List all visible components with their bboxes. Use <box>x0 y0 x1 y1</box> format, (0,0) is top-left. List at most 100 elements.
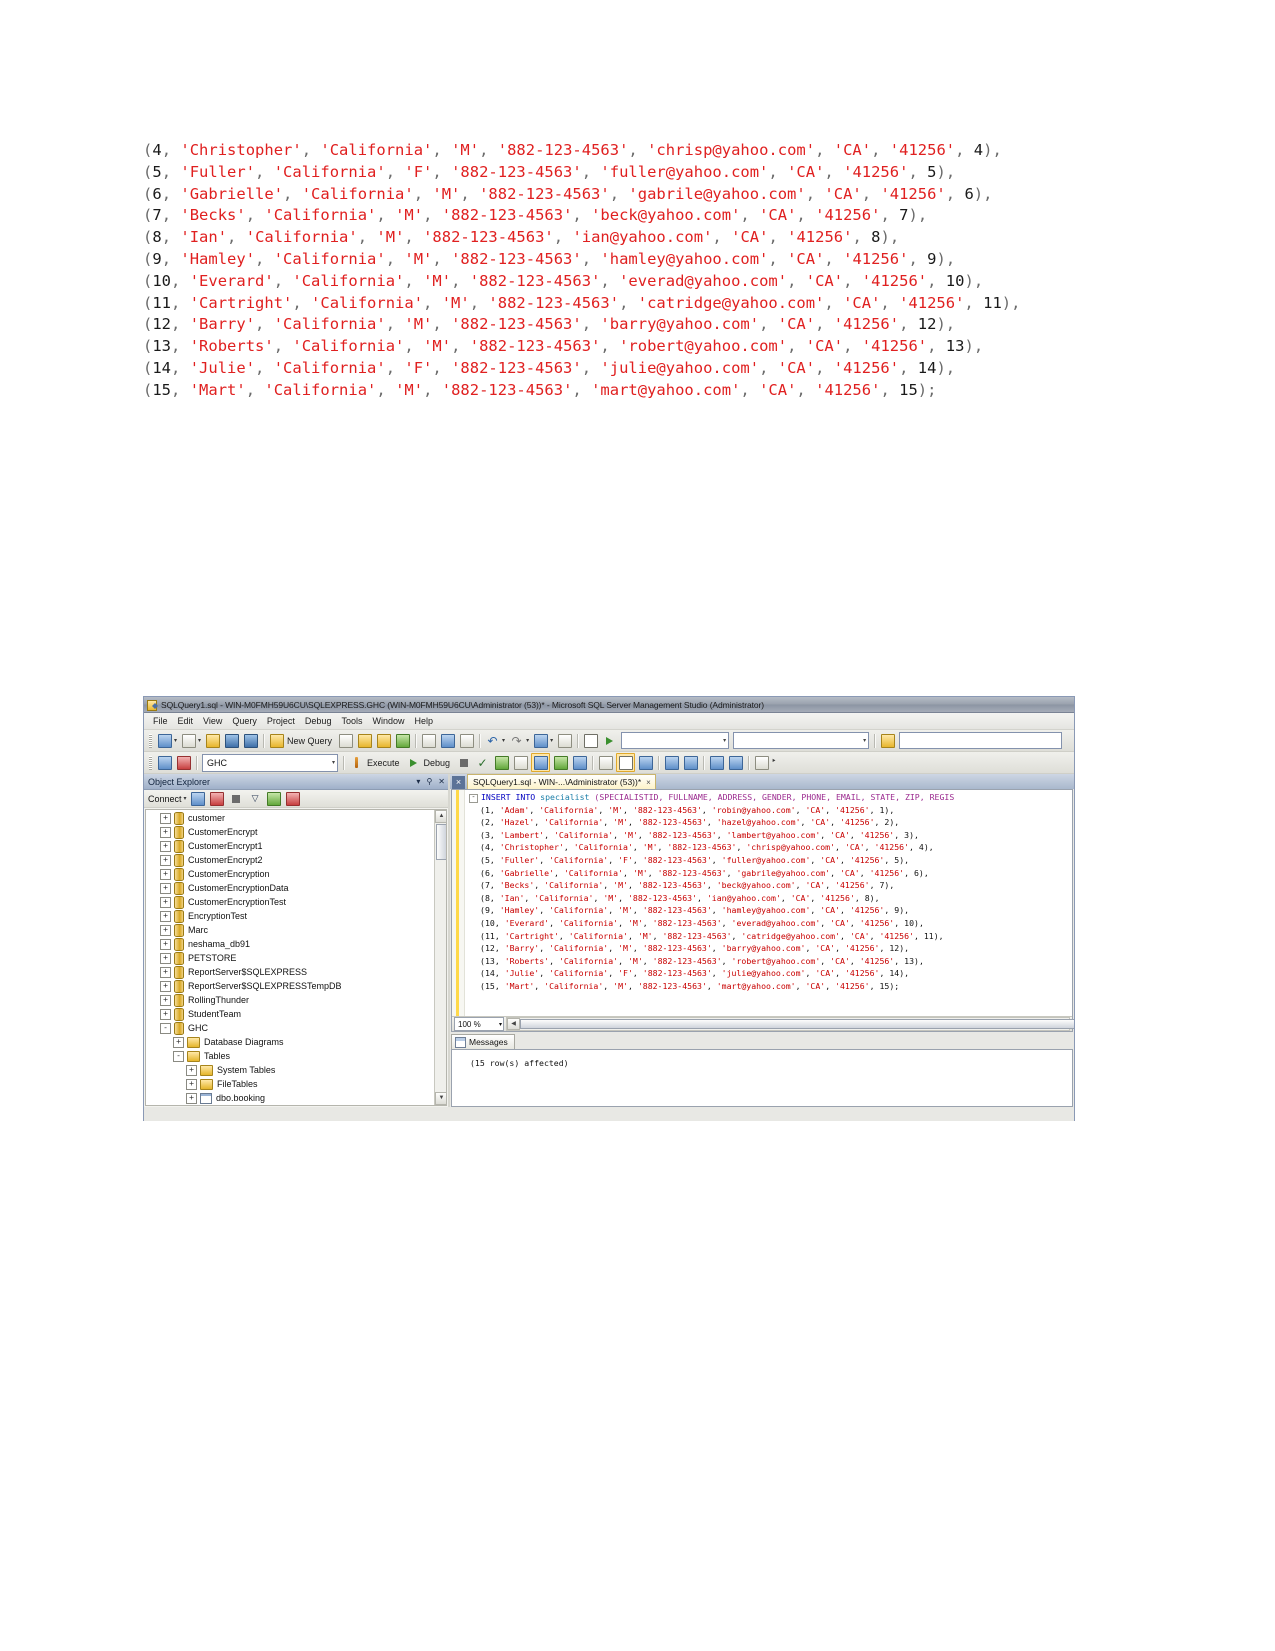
new-analysis-services-dmx-query-icon[interactable] <box>375 732 392 749</box>
tree-node[interactable]: + PETSTORE <box>146 951 446 965</box>
menu-debug[interactable]: Debug <box>300 715 337 727</box>
scrollbar-thumb[interactable] <box>436 824 446 860</box>
toolbar-overflow-icon[interactable]: ⯈ <box>771 759 776 766</box>
tree-node[interactable]: + CustomerEncryptionTest <box>146 895 446 909</box>
expander-icon[interactable]: + <box>160 938 171 950</box>
cut-icon[interactable] <box>420 732 437 749</box>
tabstrip-close-icon[interactable]: × <box>452 776 465 789</box>
configuration-combo[interactable]: ▾ <box>621 732 730 749</box>
disconnect-object-explorer-icon[interactable] <box>209 790 226 807</box>
results-to-text-icon[interactable] <box>531 753 551 772</box>
expander-icon[interactable]: + <box>160 910 171 922</box>
menu-query[interactable]: Query <box>227 715 262 727</box>
tree-node[interactable]: + StudentTeam <box>146 1007 446 1021</box>
menu-project[interactable]: Project <box>262 715 300 727</box>
available-databases-combo[interactable]: GHC ▾ <box>202 753 338 772</box>
scroll-up-arrow[interactable]: ▲ <box>435 810 446 823</box>
connect-button[interactable]: Connect <box>148 794 182 804</box>
open-file-icon[interactable] <box>204 732 221 749</box>
debug-icon[interactable] <box>405 754 422 771</box>
filter-icon[interactable]: ▽ <box>247 790 264 807</box>
chevron-down-icon[interactable]: ▾ <box>526 737 529 744</box>
new-query-icon[interactable] <box>268 732 285 749</box>
tab-messages[interactable]: Messages <box>451 1034 515 1049</box>
object-explorer-scrollbar[interactable]: ▲ ▼ <box>434 810 446 1105</box>
tree-node[interactable]: + ReportServer$SQLEXPRESSTempDB <box>146 979 446 993</box>
tree-node[interactable]: + Database Diagrams <box>146 1035 446 1049</box>
platform-combo[interactable]: ▾ <box>733 732 870 749</box>
refresh-icon[interactable] <box>266 790 283 807</box>
expander-icon[interactable]: + <box>186 1078 197 1090</box>
save-icon[interactable] <box>223 732 240 749</box>
menu-edit[interactable]: Edit <box>173 715 199 727</box>
parse-icon[interactable]: ✓ <box>474 754 491 771</box>
chevron-down-icon[interactable]: ▾ <box>198 737 201 744</box>
tree-node[interactable]: + Marc <box>146 923 446 937</box>
find-icon[interactable] <box>879 732 896 749</box>
menu-help[interactable]: Help <box>409 715 438 727</box>
close-icon[interactable]: × <box>646 778 651 787</box>
expander-icon[interactable]: + <box>160 868 171 880</box>
disconnect-icon[interactable] <box>175 754 192 771</box>
editor-horizontal-scrollbar[interactable]: ◀ <box>506 1017 1074 1031</box>
close-icon[interactable]: ✕ <box>435 777 448 786</box>
tree-node[interactable]: - Tables <box>146 1049 446 1063</box>
editor-code[interactable]: - INSERT INTO specialist (SPECIALISTID, F… <box>465 790 1072 1016</box>
expander-icon[interactable]: - <box>160 1022 171 1034</box>
zoom-level-combo[interactable]: 100 % ▾ <box>454 1017 504 1031</box>
solution-explorer-icon[interactable] <box>582 732 599 749</box>
tree-node[interactable]: + neshama_db91 <box>146 937 446 951</box>
sql-editor[interactable]: - INSERT INTO specialist (SPECIALISTID, F… <box>451 789 1074 1032</box>
increase-indent-icon[interactable] <box>727 754 744 771</box>
tree-node[interactable]: - GHC <box>146 1021 446 1035</box>
menu-file[interactable]: File <box>148 715 173 727</box>
remove-icon[interactable] <box>285 790 302 807</box>
uncomment-icon[interactable] <box>682 754 699 771</box>
include-actual-execution-plan-icon[interactable] <box>597 754 614 771</box>
tree-node[interactable]: + System Tables <box>146 1063 446 1077</box>
decrease-indent-icon[interactable] <box>708 754 725 771</box>
scrollbar-thumb[interactable] <box>520 1019 1074 1029</box>
new-sql-server-compact-query-icon[interactable] <box>394 732 411 749</box>
connect-icon[interactable] <box>156 754 173 771</box>
results-to-file-icon[interactable] <box>571 754 588 771</box>
scroll-left-arrow[interactable]: ◀ <box>507 1018 520 1030</box>
expander-icon[interactable]: + <box>160 1008 171 1020</box>
comment-icon[interactable] <box>663 754 680 771</box>
expander-icon[interactable]: + <box>160 924 171 936</box>
menu-view[interactable]: View <box>198 715 227 727</box>
tree-node[interactable]: + CustomerEncryptionData <box>146 881 446 895</box>
tree-node[interactable]: + EncryptionTest <box>146 909 446 923</box>
tree-node[interactable]: + RollingThunder <box>146 993 446 1007</box>
connect-object-explorer-icon[interactable] <box>190 790 207 807</box>
chevron-down-icon[interactable]: ▾ <box>502 737 505 744</box>
toolbar-grip[interactable] <box>149 733 152 748</box>
tree-node[interactable]: + CustomerEncrypt2 <box>146 853 446 867</box>
play-icon[interactable] <box>601 732 618 749</box>
specify-values-for-template-parameters-icon[interactable] <box>753 754 770 771</box>
stop-icon[interactable] <box>455 754 472 771</box>
expander-icon[interactable]: + <box>160 952 171 964</box>
expander-icon[interactable]: + <box>160 966 171 978</box>
menu-window[interactable]: Window <box>367 715 409 727</box>
tree-node[interactable]: + FileTables <box>146 1077 446 1091</box>
collapse-icon[interactable]: - <box>469 794 478 803</box>
expander-icon[interactable]: + <box>160 994 171 1006</box>
expander-icon[interactable]: + <box>160 980 171 992</box>
navigate-forward-icon[interactable] <box>556 732 573 749</box>
paste-icon[interactable] <box>458 732 475 749</box>
redo-icon[interactable]: ↷ <box>508 732 525 749</box>
results-to-grid-icon[interactable] <box>552 754 569 771</box>
expander-icon[interactable]: + <box>186 1064 197 1076</box>
debug-button[interactable]: Debug <box>423 758 455 768</box>
copy-icon[interactable] <box>439 732 456 749</box>
expander-icon[interactable]: + <box>160 854 171 866</box>
tree-node[interactable]: + CustomerEncrypt1 <box>146 839 446 853</box>
new-item-icon[interactable] <box>156 732 173 749</box>
tree-node[interactable]: + dbo.booking <box>146 1091 446 1105</box>
new-project-icon[interactable] <box>180 732 197 749</box>
chevron-down-icon[interactable]: ▾ <box>174 737 177 744</box>
expander-icon[interactable]: + <box>160 882 171 894</box>
menu-tools[interactable]: Tools <box>336 715 367 727</box>
find-combo[interactable] <box>899 732 1063 749</box>
